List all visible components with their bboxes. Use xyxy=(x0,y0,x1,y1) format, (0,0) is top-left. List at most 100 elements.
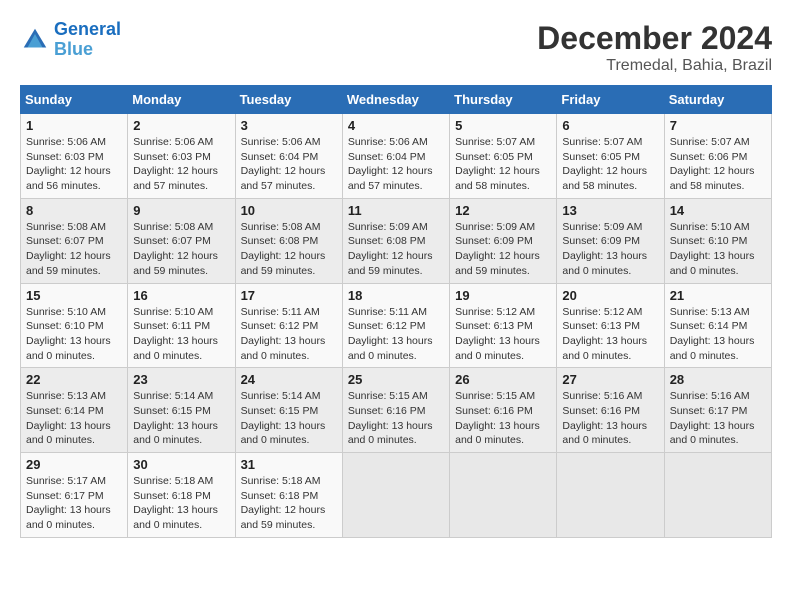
table-row: 21 Sunrise: 5:13 AMSunset: 6:14 PMDayligh… xyxy=(664,283,771,368)
day-info: Sunrise: 5:16 AMSunset: 6:16 PMDaylight:… xyxy=(562,389,658,448)
table-row: 4 Sunrise: 5:06 AMSunset: 6:04 PMDaylight… xyxy=(342,114,449,199)
page-header: General Blue December 2024 Tremedal, Bah… xyxy=(20,20,772,75)
day-number: 28 xyxy=(670,372,766,387)
day-number: 12 xyxy=(455,203,551,218)
calendar-week-row: 29Sunrise: 5:17 AMSunset: 6:17 PMDayligh… xyxy=(21,453,772,538)
day-info: Sunrise: 5:11 AMSunset: 6:12 PMDaylight:… xyxy=(241,305,337,364)
day-info: Sunrise: 5:08 AMSunset: 6:07 PMDaylight:… xyxy=(133,220,229,279)
table-row: 19 Sunrise: 5:12 AMSunset: 6:13 PMDayligh… xyxy=(450,283,557,368)
day-info: Sunrise: 5:07 AMSunset: 6:06 PMDaylight:… xyxy=(670,135,766,194)
table-row xyxy=(342,453,449,538)
col-monday: Monday xyxy=(128,86,235,114)
day-number: 10 xyxy=(241,203,337,218)
logo-icon xyxy=(20,25,50,55)
table-row: 25 Sunrise: 5:15 AMSunset: 6:16 PMDayligh… xyxy=(342,368,449,453)
logo: General Blue xyxy=(20,20,121,60)
day-info: Sunrise: 5:09 AMSunset: 6:08 PMDaylight:… xyxy=(348,220,444,279)
day-info: Sunrise: 5:08 AMSunset: 6:08 PMDaylight:… xyxy=(241,220,337,279)
calendar-header-row: Sunday Monday Tuesday Wednesday Thursday… xyxy=(21,86,772,114)
calendar-week-row: 15 Sunrise: 5:10 AMSunset: 6:10 PMDayligh… xyxy=(21,283,772,368)
table-row: 13 Sunrise: 5:09 AMSunset: 6:09 PMDayligh… xyxy=(557,198,664,283)
day-number: 13 xyxy=(562,203,658,218)
col-wednesday: Wednesday xyxy=(342,86,449,114)
table-row: 10 Sunrise: 5:08 AMSunset: 6:08 PMDayligh… xyxy=(235,198,342,283)
table-row: 18 Sunrise: 5:11 AMSunset: 6:12 PMDayligh… xyxy=(342,283,449,368)
day-number: 25 xyxy=(348,372,444,387)
day-info: Sunrise: 5:08 AMSunset: 6:07 PMDaylight:… xyxy=(26,220,122,279)
col-friday: Friday xyxy=(557,86,664,114)
day-number: 19 xyxy=(455,288,551,303)
day-info: Sunrise: 5:18 AMSunset: 6:18 PMDaylight:… xyxy=(241,474,337,533)
day-info: Sunrise: 5:15 AMSunset: 6:16 PMDaylight:… xyxy=(348,389,444,448)
day-number: 21 xyxy=(670,288,766,303)
day-number: 1 xyxy=(26,118,122,133)
table-row: 7Sunrise: 5:07 AMSunset: 6:06 PMDaylight… xyxy=(664,114,771,199)
day-number: 6 xyxy=(562,118,658,133)
day-number: 24 xyxy=(241,372,337,387)
day-info: Sunrise: 5:15 AMSunset: 6:16 PMDaylight:… xyxy=(455,389,551,448)
calendar-table: Sunday Monday Tuesday Wednesday Thursday… xyxy=(20,85,772,538)
table-row: 12 Sunrise: 5:09 AMSunset: 6:09 PMDayligh… xyxy=(450,198,557,283)
day-info: Sunrise: 5:10 AMSunset: 6:11 PMDaylight:… xyxy=(133,305,229,364)
table-row: 31 Sunrise: 5:18 AMSunset: 6:18 PMDayligh… xyxy=(235,453,342,538)
day-number: 2 xyxy=(133,118,229,133)
day-info: Sunrise: 5:16 AMSunset: 6:17 PMDaylight:… xyxy=(670,389,766,448)
day-info: Sunrise: 5:14 AMSunset: 6:15 PMDaylight:… xyxy=(241,389,337,448)
col-tuesday: Tuesday xyxy=(235,86,342,114)
day-number: 11 xyxy=(348,203,444,218)
day-info: Sunrise: 5:10 AMSunset: 6:10 PMDaylight:… xyxy=(26,305,122,364)
table-row: 6 Sunrise: 5:07 AMSunset: 6:05 PMDaylight… xyxy=(557,114,664,199)
table-row: 3Sunrise: 5:06 AMSunset: 6:04 PMDaylight… xyxy=(235,114,342,199)
day-info: Sunrise: 5:06 AMSunset: 6:03 PMDaylight:… xyxy=(133,135,229,194)
day-info: Sunrise: 5:07 AMSunset: 6:05 PMDaylight:… xyxy=(455,135,551,194)
day-number: 17 xyxy=(241,288,337,303)
location-title: Tremedal, Bahia, Brazil xyxy=(537,57,772,75)
day-info: Sunrise: 5:12 AMSunset: 6:13 PMDaylight:… xyxy=(562,305,658,364)
col-sunday: Sunday xyxy=(21,86,128,114)
col-thursday: Thursday xyxy=(450,86,557,114)
day-info: Sunrise: 5:06 AMSunset: 6:03 PMDaylight:… xyxy=(26,135,122,194)
day-info: Sunrise: 5:13 AMSunset: 6:14 PMDaylight:… xyxy=(26,389,122,448)
day-info: Sunrise: 5:09 AMSunset: 6:09 PMDaylight:… xyxy=(455,220,551,279)
table-row: 27 Sunrise: 5:16 AMSunset: 6:16 PMDayligh… xyxy=(557,368,664,453)
table-row: 15 Sunrise: 5:10 AMSunset: 6:10 PMDayligh… xyxy=(21,283,128,368)
day-number: 4 xyxy=(348,118,444,133)
day-number: 30 xyxy=(133,457,229,472)
day-info: Sunrise: 5:18 AMSunset: 6:18 PMDaylight:… xyxy=(133,474,229,533)
day-number: 23 xyxy=(133,372,229,387)
calendar-week-row: 1 Sunrise: 5:06 AMSunset: 6:03 PMDaylight… xyxy=(21,114,772,199)
table-row: 30 Sunrise: 5:18 AMSunset: 6:18 PMDayligh… xyxy=(128,453,235,538)
table-row: 17 Sunrise: 5:11 AMSunset: 6:12 PMDayligh… xyxy=(235,283,342,368)
day-info: Sunrise: 5:12 AMSunset: 6:13 PMDaylight:… xyxy=(455,305,551,364)
table-row: 11 Sunrise: 5:09 AMSunset: 6:08 PMDayligh… xyxy=(342,198,449,283)
table-row: 5Sunrise: 5:07 AMSunset: 6:05 PMDaylight… xyxy=(450,114,557,199)
table-row: 1 Sunrise: 5:06 AMSunset: 6:03 PMDaylight… xyxy=(21,114,128,199)
calendar-week-row: 8 Sunrise: 5:08 AMSunset: 6:07 PMDaylight… xyxy=(21,198,772,283)
day-number: 8 xyxy=(26,203,122,218)
day-info: Sunrise: 5:14 AMSunset: 6:15 PMDaylight:… xyxy=(133,389,229,448)
day-number: 31 xyxy=(241,457,337,472)
table-row: 8 Sunrise: 5:08 AMSunset: 6:07 PMDaylight… xyxy=(21,198,128,283)
logo-text: General Blue xyxy=(54,20,121,60)
table-row xyxy=(664,453,771,538)
day-info: Sunrise: 5:07 AMSunset: 6:05 PMDaylight:… xyxy=(562,135,658,194)
day-number: 18 xyxy=(348,288,444,303)
day-info: Sunrise: 5:06 AMSunset: 6:04 PMDaylight:… xyxy=(348,135,444,194)
day-number: 3 xyxy=(241,118,337,133)
day-number: 22 xyxy=(26,372,122,387)
table-row: 29Sunrise: 5:17 AMSunset: 6:17 PMDayligh… xyxy=(21,453,128,538)
table-row: 16 Sunrise: 5:10 AMSunset: 6:11 PMDayligh… xyxy=(128,283,235,368)
day-number: 16 xyxy=(133,288,229,303)
table-row: 26 Sunrise: 5:15 AMSunset: 6:16 PMDayligh… xyxy=(450,368,557,453)
day-info: Sunrise: 5:11 AMSunset: 6:12 PMDaylight:… xyxy=(348,305,444,364)
day-info: Sunrise: 5:09 AMSunset: 6:09 PMDaylight:… xyxy=(562,220,658,279)
table-row: 2 Sunrise: 5:06 AMSunset: 6:03 PMDaylight… xyxy=(128,114,235,199)
day-number: 29 xyxy=(26,457,122,472)
day-number: 26 xyxy=(455,372,551,387)
day-info: Sunrise: 5:13 AMSunset: 6:14 PMDaylight:… xyxy=(670,305,766,364)
table-row: 24 Sunrise: 5:14 AMSunset: 6:15 PMDayligh… xyxy=(235,368,342,453)
month-title: December 2024 xyxy=(537,20,772,57)
day-number: 15 xyxy=(26,288,122,303)
day-number: 27 xyxy=(562,372,658,387)
day-number: 14 xyxy=(670,203,766,218)
